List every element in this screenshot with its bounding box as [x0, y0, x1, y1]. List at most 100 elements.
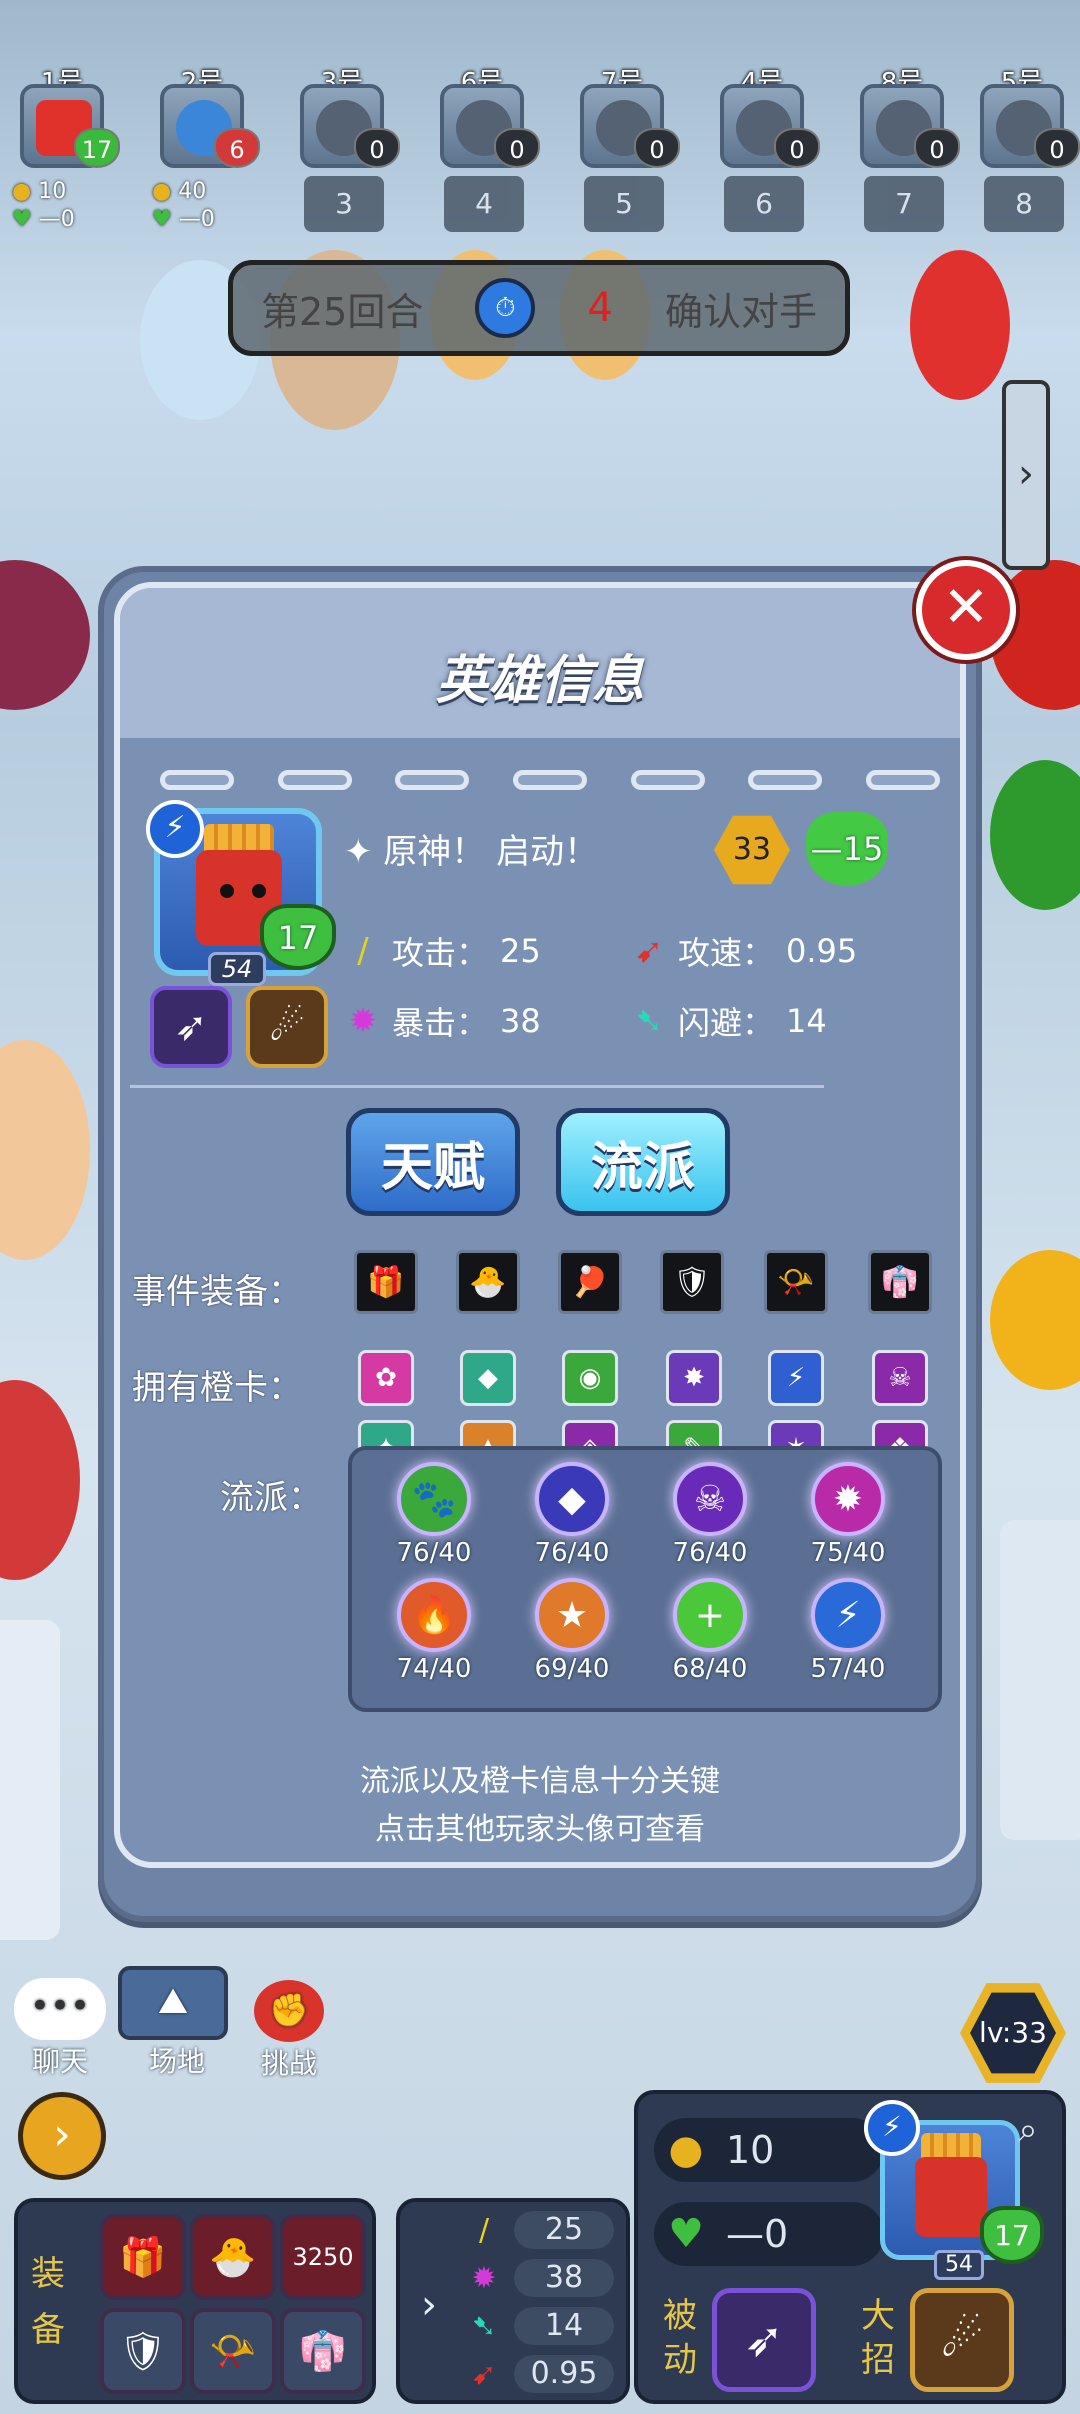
orange-card-icon[interactable]: ✿	[358, 1350, 414, 1406]
close-button[interactable]: ✕	[916, 560, 1016, 660]
school-orb-icon: ✹	[811, 1462, 885, 1536]
stats-panel: › /25 ✹ 38 ➷ 14 ➹ 0.95	[396, 2198, 630, 2404]
tip-line-2: 点击其他玩家头像可查看	[375, 1812, 705, 1847]
challenge-label: 挑战	[260, 2047, 317, 2080]
attack-value: 25	[500, 932, 541, 970]
school-orb-icon: +	[673, 1578, 747, 1652]
school-progress: 76/40	[396, 1538, 472, 1568]
divider	[130, 1085, 824, 1088]
attack-speed-value: 0.95	[786, 932, 858, 970]
player-slot[interactable]: 6号 0 4	[422, 40, 542, 250]
school-item[interactable]: ◆ 76/40	[530, 1462, 614, 1568]
challenge-button[interactable]: ✊ 挑战	[244, 1980, 334, 2082]
equipment-label: 装备	[31, 2254, 65, 2350]
dodge-stat: ➷ 闪避： 14	[632, 998, 827, 1044]
equip-slot-gift-icon[interactable]: 🎁	[100, 2214, 186, 2300]
player-list: 1号 17 ● 10 ♥ —0 2号 6 ● 40 ♥ —0 3号 0 3 6号 0 4 7号 0 5 4号 0 6 8…	[0, 40, 1080, 250]
sword-icon: /	[357, 931, 369, 971]
equip-slot-robe-icon[interactable]: 👘	[280, 2308, 366, 2394]
hp-change-heart: —15	[806, 812, 888, 886]
coin-icon: ●	[152, 179, 179, 204]
player-hp-delta: —0	[178, 207, 215, 232]
equip-slot-armor-icon[interactable]: 🛡	[100, 2308, 186, 2394]
racket-icon[interactable]: 🏓	[558, 1250, 622, 1314]
school-orb-icon: ★	[535, 1578, 609, 1652]
tab-talent[interactable]: 天赋	[346, 1108, 520, 1216]
hero-portrait-level: 54	[934, 2250, 984, 2280]
search-icon[interactable]: ⌕	[1006, 2108, 1050, 2152]
hero-portrait-hp: 17	[980, 2206, 1044, 2264]
passive-skill-icon[interactable]: ➶	[150, 986, 232, 1068]
player-hp-delta: —0	[38, 207, 75, 232]
school-item[interactable]: ☠ 76/40	[668, 1462, 752, 1568]
crit-value: 38	[500, 1002, 541, 1040]
school-orb-icon: ◆	[535, 1462, 609, 1536]
orange-card-icon[interactable]: ◆	[460, 1350, 516, 1406]
panel-stitch-decoration	[160, 770, 940, 790]
coin-icon: ●	[668, 2127, 704, 2173]
player-hp-heart: 0	[1034, 128, 1080, 168]
sword-icon: /	[478, 2212, 490, 2248]
chat-label: 聊天	[31, 2045, 88, 2078]
player-hp-heart: 17	[74, 128, 120, 168]
round-status: 确认对手	[664, 289, 817, 334]
panel-header: 英雄信息	[120, 588, 960, 738]
school-progress: 75/40	[810, 1538, 886, 1568]
field-button[interactable]: ⛰ 场地	[118, 1966, 236, 2080]
sparkle-icon: ✦	[344, 832, 384, 872]
orange-card-icon[interactable]: ⚡	[768, 1350, 824, 1406]
tab-school[interactable]: 流派	[556, 1108, 730, 1216]
gift-icon[interactable]: 🎁	[354, 1250, 418, 1314]
chat-button[interactable]: ••• 聊天	[14, 1978, 106, 2080]
hero-hp-heart: 17	[260, 904, 336, 970]
hero-name: ✦ 原神！ 启动！	[344, 824, 598, 873]
player-slot[interactable]: 4号 0 6	[702, 40, 822, 250]
chat-bubble-icon: •••	[14, 1978, 106, 2040]
player-slot[interactable]: 1号 17 ● 10 ♥ —0	[2, 40, 122, 250]
next-arrow-button[interactable]: ›	[18, 2092, 106, 2180]
school-item[interactable]: 🔥 74/40	[392, 1578, 476, 1684]
equip-slot-racket[interactable]: 3250	[280, 2214, 366, 2300]
hero-class-badge-icon: ⚡	[146, 800, 204, 858]
passive-skill-icon[interactable]: ➶	[712, 2288, 816, 2392]
school-orb-icon: 🐾	[397, 1462, 471, 1536]
player-slot[interactable]: 2号 6 ● 40 ♥ —0	[142, 40, 262, 250]
player-slot[interactable]: 7号 0 5	[562, 40, 682, 250]
expand-side-arrow-icon[interactable]: ›	[1002, 380, 1050, 570]
ultimate-skill-icon[interactable]: ☄	[910, 2288, 1014, 2392]
equipment-panel: 装备 🎁 🐣 3250 🛡 📯 👘	[14, 2198, 376, 2404]
expand-arrow-icon[interactable]: ›	[406, 2276, 452, 2334]
equip-slot-pet-icon[interactable]: 🐣	[190, 2214, 276, 2300]
school-row-label: 流派：	[220, 1478, 322, 1518]
player-hp-heart: 0	[494, 128, 540, 168]
gold-pill: ● 10	[654, 2118, 884, 2182]
dodge-value: 14	[786, 1002, 827, 1040]
attack-speed-icon: ➹	[634, 931, 664, 971]
orange-card-icon[interactable]: ◉	[562, 1350, 618, 1406]
heart-icon: ♥	[152, 207, 179, 232]
school-orb-icon: ☠	[673, 1462, 747, 1536]
dodge-row: ➷ 14	[464, 2306, 624, 2346]
crit-stat: ✹ 暴击： 38	[346, 998, 541, 1044]
horn-icon[interactable]: 📯	[764, 1250, 828, 1314]
attack-speed-row: ➹ 0.95	[464, 2354, 624, 2394]
ultimate-skill-icon[interactable]: ☄	[246, 986, 328, 1068]
school-item[interactable]: ★ 69/40	[530, 1578, 614, 1684]
player-slot[interactable]: 8号 0 7	[842, 40, 962, 250]
orange-card-icon[interactable]: ☠	[872, 1350, 928, 1406]
hero-level: 54	[208, 952, 266, 986]
robe-icon[interactable]: 👘	[868, 1250, 932, 1314]
school-item[interactable]: ✹ 75/40	[806, 1462, 890, 1568]
armor-icon[interactable]: 🛡	[660, 1250, 724, 1314]
orange-card-icon[interactable]: ✸	[666, 1350, 722, 1406]
player-slot[interactable]: 3号 0 3	[282, 40, 402, 250]
player-slot[interactable]: 5号 0 8	[962, 40, 1080, 250]
player-rank-badge: 3	[304, 176, 384, 232]
school-item[interactable]: +68/40	[668, 1578, 752, 1684]
equip-slot-horn-icon[interactable]: 📯	[190, 2308, 276, 2394]
school-item[interactable]: 🐾 76/40	[392, 1462, 476, 1568]
player-hp-heart: 0	[634, 128, 680, 168]
hp-pill: ♥ —0	[654, 2202, 884, 2266]
pet-icon[interactable]: 🐣	[456, 1250, 520, 1314]
school-item[interactable]: ⚡ 57/40	[806, 1578, 890, 1684]
